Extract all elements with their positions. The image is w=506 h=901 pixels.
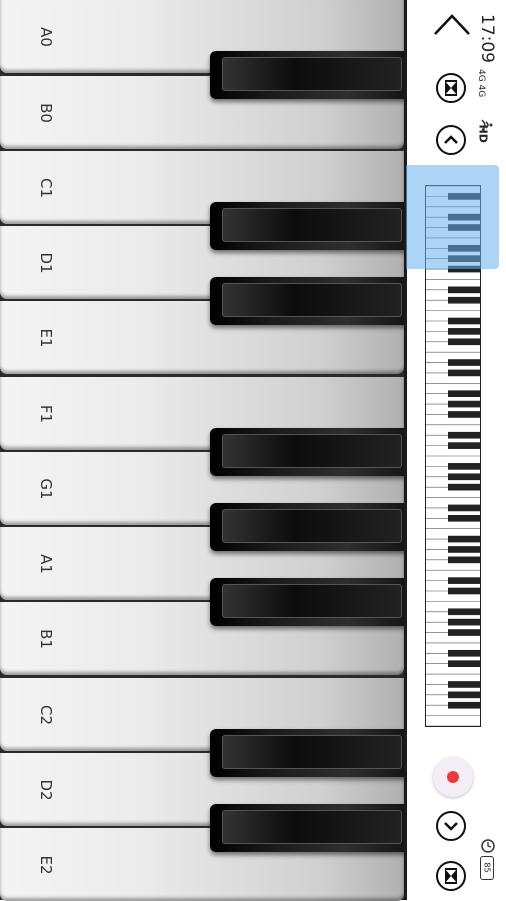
skip-icon[interactable] [436, 73, 466, 103]
key-label: C2 [37, 704, 55, 725]
piano-keyboard: A0 B0 C1 D1 E1 F1 G1 A1 B1 C2 D2 E2 [0, 0, 406, 901]
overview-black-key [448, 369, 480, 377]
key-label: F1 [37, 404, 55, 423]
skip-end-icon[interactable] [436, 861, 466, 891]
black-key-a0-sharp[interactable] [210, 51, 406, 99]
overview-black-key [448, 629, 480, 636]
black-key-d2-sharp[interactable] [210, 804, 406, 852]
overview-black-key [448, 701, 480, 709]
key-label: D1 [37, 251, 55, 274]
battery-indicator: 85 [480, 856, 494, 880]
overview-black-key [448, 390, 480, 398]
overview-black-key [448, 317, 480, 325]
overview-black-key [448, 431, 480, 439]
back-chevron-icon[interactable] [433, 10, 471, 38]
overview-black-key [448, 608, 480, 616]
chevron-up-icon[interactable] [436, 125, 466, 155]
overview-black-key [448, 286, 480, 294]
record-button[interactable] [433, 757, 473, 797]
overview-black-key [448, 296, 480, 304]
black-key-g1-sharp[interactable] [210, 503, 406, 551]
key-label: B0 [37, 102, 55, 123]
overview-black-key [448, 442, 480, 449]
chevron-down-icon[interactable] [436, 811, 466, 841]
key-label: G1 [37, 477, 55, 500]
black-key-a1-sharp[interactable] [210, 578, 406, 626]
overview-black-key [448, 660, 480, 668]
key-label: C1 [37, 177, 55, 198]
overview-black-key [448, 359, 480, 366]
black-key-d1-sharp[interactable] [210, 277, 406, 325]
overview-black-key [448, 535, 480, 543]
overview-black-key [448, 577, 480, 584]
battery-level: 85 [482, 862, 492, 873]
overview-black-key [448, 338, 480, 346]
wifi-icon [481, 119, 493, 131]
key-label: B1 [37, 628, 55, 649]
key-label: E2 [37, 854, 55, 875]
overview-black-key [448, 691, 480, 699]
alarm-icon [481, 839, 495, 853]
overview-black-key [448, 587, 480, 595]
key-label: D2 [37, 778, 55, 801]
key-label: E1 [37, 327, 55, 348]
key-label: A1 [37, 553, 55, 574]
overview-black-key [448, 681, 480, 688]
overview-black-key [448, 556, 480, 564]
overview-black-key [448, 328, 480, 335]
black-key-f1-sharp[interactable] [210, 428, 406, 476]
overview-black-key [448, 411, 480, 418]
overview-black-key [448, 649, 480, 657]
overview-black-key [448, 514, 480, 522]
overview-black-key [448, 400, 480, 408]
overview-black-key [448, 463, 480, 470]
black-key-c1-sharp[interactable] [210, 202, 406, 250]
visible-range-highlight[interactable] [406, 165, 499, 269]
key-label: A0 [37, 26, 55, 47]
overview-black-key [448, 618, 480, 626]
overview-black-key [448, 483, 480, 491]
record-dot-icon [447, 771, 459, 783]
status-bar: 17:09 4G 4G HD [475, 14, 497, 170]
overview-black-key [448, 504, 480, 512]
black-key-c2-sharp[interactable] [210, 729, 406, 777]
overview-black-key [448, 546, 480, 553]
overview-black-key [448, 473, 480, 481]
